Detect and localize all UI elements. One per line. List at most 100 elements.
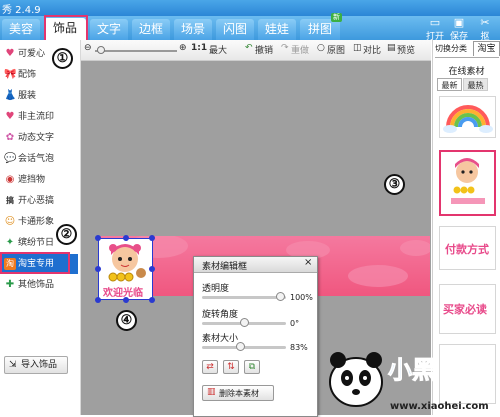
dress-icon: 👗 [4,90,17,101]
selected-sticker[interactable]: 欢迎光临 [95,235,155,303]
size-slider[interactable] [202,342,286,351]
import-sticker-label: 导入饰品 [21,360,58,370]
cutout-button[interactable]: ✂ 抠 [474,16,496,43]
import-icon: ⇲ [9,360,17,370]
app-title: 秀 2.4.9 [2,5,41,16]
thumb-must-see-label: 买家必读 [443,303,487,316]
resize-handle-tl[interactable] [95,235,101,241]
thumb-girl-sticker[interactable] [439,150,496,216]
opacity-slider[interactable] [202,292,286,301]
sidebar-item-label: 服装 [18,91,37,101]
panel-divider [435,57,499,58]
size-value: 83% [290,343,308,352]
zoom-slider[interactable] [95,46,177,54]
compare-button[interactable]: 对比 [363,43,381,56]
panda-logo-icon: 小黑 游戏 www.xiaohei.com [329,352,489,412]
dialog-header[interactable]: 素材编辑框 × [194,257,317,273]
resize-handle-top[interactable] [123,235,129,241]
resize-handle-tr[interactable] [149,235,155,241]
sidebar-item-label: 可爱心 [18,49,46,59]
undo-button[interactable]: 撤销 [255,43,273,56]
title-bar: 秀 2.4.9 [0,0,500,16]
flip-horizontal-button[interactable]: ⇄ [202,360,218,374]
tab-text[interactable]: 文字 [90,19,128,40]
sidebar-item-speech-bubble[interactable]: 💬 会话气泡 [0,149,78,169]
sidebar-item-funny[interactable]: 搞开心恶搞 [0,191,78,211]
tab-doll[interactable]: 娃娃 [258,19,296,40]
resize-handle-bl[interactable] [95,297,101,303]
thumb-payment[interactable]: 付款方式 [439,226,496,270]
compare-icon[interactable]: ◫ [353,43,362,53]
sidebar-item-clothing[interactable]: 👗 服装 [0,86,78,106]
size-slider-knob[interactable] [236,342,245,351]
preview-button[interactable]: 预览 [397,43,415,56]
tab-puzzle[interactable]: 拼图 新 [300,13,342,40]
tab-highlight-box [44,15,88,42]
zoom-slider-knob[interactable] [97,46,105,54]
tab-frame[interactable]: 边框 [132,19,170,40]
sidebar-item-cover[interactable]: ◉ 遮挡物 [0,170,78,190]
resize-handle-bottom[interactable] [123,297,129,303]
svg-text:小黑: 小黑 [388,356,436,384]
rainbow-icon [443,105,493,133]
undo-icon[interactable]: ↶ [245,43,253,53]
new-badge: 新 [331,13,342,22]
sidebar-item-other[interactable]: ✚ 其他饰品 [0,275,78,295]
online-materials-header: 在线素材 [448,67,485,77]
sidebar-item-label: 卡通形象 [18,217,55,227]
original-icon[interactable]: ○ [317,43,325,53]
tab-flash[interactable]: 闪图 [216,19,254,40]
tab-beauty[interactable]: 美容 [2,19,40,40]
delete-material-label: 删除本素材 [219,389,259,398]
zoom-max-button[interactable]: 最大 [209,43,227,56]
cover-icon: ◉ [5,174,15,185]
import-sticker-button[interactable]: ⇲ 导入饰品 [4,356,68,374]
sidebar-highlight-box [0,252,70,274]
sidebar-item-label: 非主流印 [18,112,55,122]
flower-icon: ✿ [5,132,15,143]
sidebar-item-alt-stamp[interactable]: ♥ 非主流印 [0,107,78,127]
thumb-must-see[interactable]: 买家必读 [439,284,496,334]
zoom-out-icon[interactable]: ⊖ [84,43,92,53]
save-button[interactable]: ▣ 保存 [448,16,470,43]
sort-hot-tab[interactable]: 最热 [463,78,488,91]
annotation-3: ③ [384,174,405,195]
sidebar-item-animated-text[interactable]: ✿ 动态文字 [0,128,78,148]
tab-scene[interactable]: 场景 [174,19,212,40]
rotate-slider[interactable] [202,318,286,327]
opacity-label: 透明度 [202,284,230,294]
zoom-in-icon[interactable]: ⊕ [179,43,187,53]
svg-text:游戏: 游戏 [442,361,478,383]
resize-handle-br[interactable] [149,297,155,303]
flip-vertical-icon: ⇅ [227,362,235,372]
cutout-icon: ✂ [480,16,490,29]
redo-button[interactable]: 重做 [291,43,309,56]
dialog-title: 素材编辑框 [202,262,248,272]
opacity-value: 100% [290,293,313,302]
canvas-toolbar: ⊖ ⊕ 1:1 最大 ↶ 撤销 ↷ 重做 ○ 原图 ◫ 对比 ▤ 预览 [81,40,431,61]
thumb-payment-label: 付款方式 [445,243,489,256]
copy-material-button[interactable]: ⧉ [244,360,260,374]
thumb-rainbow[interactable] [439,96,496,138]
funny-icon: 搞 [6,196,14,205]
flip-vertical-button[interactable]: ⇅ [223,360,239,374]
sidebar-item-label: 会话气泡 [18,154,55,164]
delete-material-button[interactable]: ▥ 删除本素材 [202,385,274,401]
open-button[interactable]: ▭ 打开 [424,17,446,43]
resize-handle-right[interactable] [149,266,155,272]
dialog-close-icon[interactable]: × [304,257,312,268]
cartoon-face-icon: ☺ [4,216,16,227]
save-icon: ▣ [453,16,465,29]
original-button[interactable]: 原图 [327,43,345,56]
resize-handle-left[interactable] [95,266,101,272]
preview-icon[interactable]: ▤ [387,43,396,53]
rotate-slider-knob[interactable] [240,318,249,327]
tab-taobao-current[interactable]: 淘宝 [473,41,500,56]
zoom-1to1-button[interactable]: 1:1 [191,43,207,53]
sort-latest-tab[interactable]: 最新 [437,78,462,91]
opacity-slider-knob[interactable] [276,292,285,301]
tab-switch-category[interactable]: 切换分类 [435,42,471,56]
annotation-4: ④ [116,310,137,331]
redo-icon[interactable]: ↷ [281,43,289,53]
rotate-value: 0° [290,319,300,328]
